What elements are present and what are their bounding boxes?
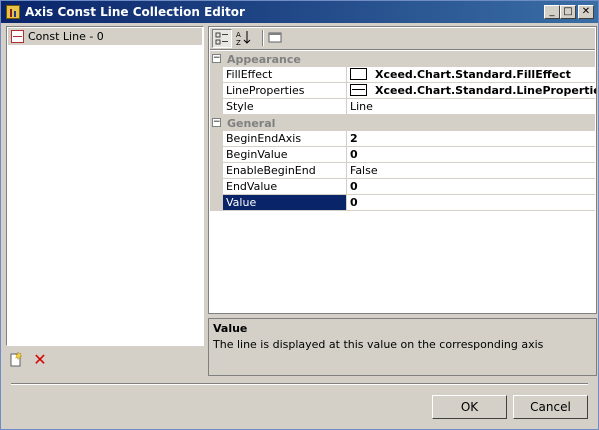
row-margin	[210, 99, 223, 115]
delete-icon[interactable]: ✕	[33, 352, 47, 368]
list-item[interactable]: Const Line - 0	[8, 28, 202, 45]
property-row-enablebeginend[interactable]: EnableBeginEnd False	[210, 163, 595, 179]
property-value[interactable]: 0	[347, 195, 596, 210]
minimize-button[interactable]: _	[544, 5, 560, 19]
property-value[interactable]: 0	[347, 147, 596, 162]
property-name: BeginEndAxis	[223, 131, 347, 146]
property-value-text: Xceed.Chart.Standard.LineProperties	[375, 84, 596, 97]
row-margin	[210, 195, 223, 211]
category-label: General	[227, 117, 276, 130]
category-appearance[interactable]: − Appearance	[210, 51, 595, 67]
row-margin	[210, 131, 223, 147]
row-margin	[210, 83, 223, 99]
row-margin	[210, 147, 223, 163]
collapse-toggle-icon[interactable]: −	[212, 118, 221, 127]
property-grid-toolbar: A Z	[210, 28, 595, 50]
property-row-filleffect[interactable]: FillEffect Xceed.Chart.Standard.FillEffe…	[210, 67, 595, 83]
alphabetical-icon[interactable]: A Z	[235, 29, 255, 48]
categorized-icon[interactable]	[212, 29, 232, 48]
property-row-beginendaxis[interactable]: BeginEndAxis 2	[210, 131, 595, 147]
property-row-value[interactable]: Value 0	[210, 195, 595, 211]
property-name: Value	[223, 195, 347, 210]
divider	[11, 383, 588, 385]
category-general[interactable]: − General	[210, 115, 595, 131]
row-margin	[210, 163, 223, 179]
property-grid: A Z − Appearance FillEffect Xceed.Chart.…	[208, 26, 597, 314]
property-row-beginvalue[interactable]: BeginValue 0	[210, 147, 595, 163]
add-icon[interactable]	[9, 351, 23, 367]
maximize-button[interactable]: □	[560, 5, 576, 19]
const-line-icon	[11, 30, 24, 43]
description-title: Value	[213, 322, 248, 335]
property-name: EnableBeginEnd	[223, 163, 347, 178]
cancel-button[interactable]: Cancel	[513, 395, 588, 419]
property-name: LineProperties	[223, 83, 347, 98]
line-swatch-icon	[350, 84, 367, 96]
property-value[interactable]: 0	[347, 179, 596, 194]
members-list[interactable]: Const Line - 0	[6, 26, 204, 346]
window-title: Axis Const Line Collection Editor	[25, 5, 245, 19]
property-row-endvalue[interactable]: EndValue 0	[210, 179, 595, 195]
row-margin	[210, 67, 223, 83]
ok-button[interactable]: OK	[432, 395, 507, 419]
close-button[interactable]: ✕	[578, 5, 594, 19]
property-value[interactable]: 2	[347, 131, 596, 146]
description-panel: Value The line is displayed at this valu…	[208, 318, 597, 376]
property-row-style[interactable]: Style Line	[210, 99, 595, 115]
dialog-window: Axis Const Line Collection Editor _ □ ✕ …	[0, 0, 599, 430]
property-rows: − Appearance FillEffect Xceed.Chart.Stan…	[210, 51, 596, 211]
svg-text:Z: Z	[236, 39, 241, 46]
property-name: EndValue	[223, 179, 347, 194]
property-value[interactable]: Xceed.Chart.Standard.FillEffect	[347, 67, 596, 82]
list-item-label: Const Line - 0	[28, 30, 104, 43]
chart-app-icon	[6, 5, 20, 19]
description-text: The line is displayed at this value on t…	[213, 338, 544, 351]
property-pages-icon[interactable]	[266, 29, 286, 48]
property-name: FillEffect	[223, 67, 347, 82]
property-name: BeginValue	[223, 147, 347, 162]
category-label: Appearance	[227, 53, 301, 66]
toolbar-separator	[262, 30, 264, 46]
fill-swatch-icon	[350, 68, 367, 80]
svg-text:A: A	[236, 31, 241, 39]
property-value[interactable]: Line	[347, 99, 596, 114]
title-bar[interactable]: Axis Const Line Collection Editor _ □ ✕	[1, 1, 598, 23]
property-value[interactable]: False	[347, 163, 596, 178]
property-value-text: Xceed.Chart.Standard.FillEffect	[375, 68, 571, 81]
property-value[interactable]: Xceed.Chart.Standard.LineProperties	[347, 83, 596, 98]
property-row-lineproperties[interactable]: LineProperties Xceed.Chart.Standard.Line…	[210, 83, 596, 99]
row-margin	[210, 179, 223, 195]
collapse-toggle-icon[interactable]: −	[212, 54, 221, 63]
property-name: Style	[223, 99, 347, 114]
